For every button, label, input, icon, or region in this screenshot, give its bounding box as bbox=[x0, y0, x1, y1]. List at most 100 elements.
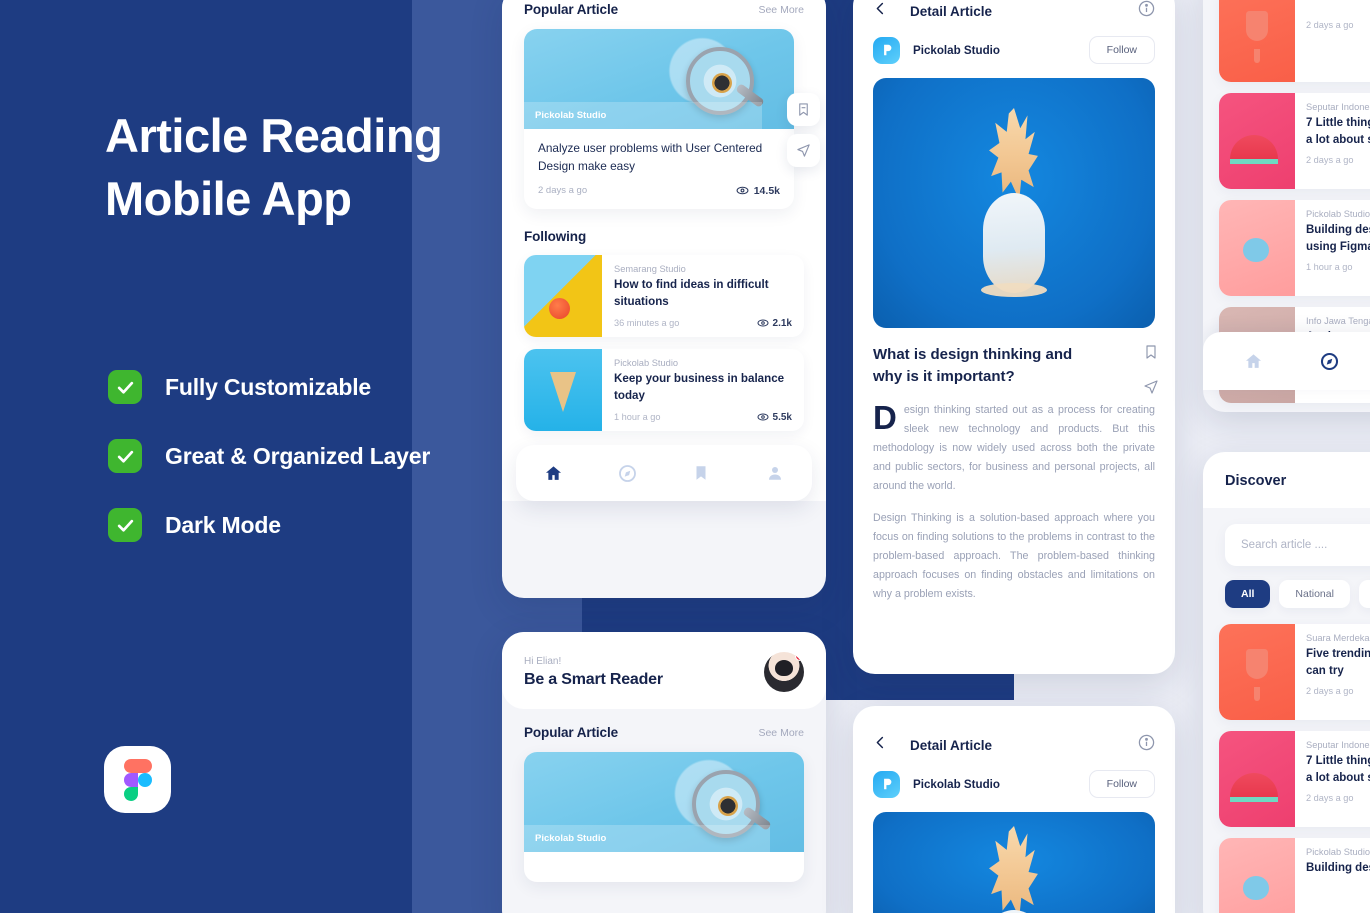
list-item[interactable]: Seputar Indonesia 7 Little things that s… bbox=[1219, 93, 1370, 189]
nav-item-home[interactable] bbox=[543, 463, 563, 483]
phone-home-top: Popular Article See More Pickolab Studio… bbox=[502, 0, 826, 598]
greeting-hi: Hi Elian! bbox=[524, 655, 562, 667]
detail-article-title: What is design thinking and why is it im… bbox=[873, 346, 1073, 385]
list-item[interactable]: Seputar Indonesia 7 Little things that s… bbox=[1219, 731, 1370, 827]
follow-button[interactable]: Follow bbox=[1088, 770, 1155, 798]
list-item-text: 2 days a go bbox=[1295, 0, 1370, 82]
title-line-1: Article Reading bbox=[105, 109, 443, 162]
pickolab-logo-icon bbox=[873, 770, 900, 798]
home-greeting-sheet: Hi Elian! Be a Smart Reader bbox=[502, 632, 826, 709]
share-button[interactable] bbox=[1143, 379, 1159, 400]
feature-item: Great & Organized Layer bbox=[108, 439, 430, 473]
chip-national[interactable]: National bbox=[1279, 580, 1350, 608]
info-icon bbox=[1138, 0, 1155, 17]
nav-item-profile[interactable] bbox=[765, 463, 785, 483]
avatar[interactable] bbox=[764, 652, 804, 692]
page-title: Article Reading Mobile App bbox=[105, 105, 525, 230]
list-item-date: 1 hour a go bbox=[614, 412, 661, 423]
discover-list: Suara Merdeka Five trending that you can… bbox=[1203, 608, 1370, 913]
list-item-title: Building design system using Figma bbox=[1306, 222, 1370, 255]
see-more-link[interactable]: See More bbox=[758, 727, 804, 739]
detail-hero-image bbox=[873, 78, 1155, 328]
detail-header: Detail Article bbox=[853, 0, 1175, 22]
pineapple-base bbox=[981, 283, 1047, 297]
nav-item-bookmarks[interactable] bbox=[691, 463, 711, 483]
chip-bussiness[interactable]: Bussiness bbox=[1358, 580, 1370, 608]
compass-icon bbox=[618, 464, 636, 482]
bookmark-button[interactable] bbox=[787, 93, 820, 126]
nav-item-discover[interactable] bbox=[1319, 351, 1339, 371]
back-button[interactable] bbox=[873, 1, 888, 21]
detail-header-title: Detail Article bbox=[910, 737, 993, 753]
list-item-source: Pickolab Studio bbox=[614, 358, 679, 369]
list-item[interactable]: Semarang Studio How to find ideas in dif… bbox=[524, 255, 804, 338]
detail-header-title: Detail Article bbox=[910, 3, 993, 19]
list-item-date: 1 hour a go bbox=[1306, 262, 1353, 273]
list-item-text: Pickolab Studio Building design system u… bbox=[1295, 200, 1370, 296]
info-button[interactable] bbox=[1138, 0, 1155, 22]
check-icon bbox=[108, 439, 142, 473]
ice-cream-cone-thumb bbox=[524, 349, 602, 432]
chip-all[interactable]: All bbox=[1225, 580, 1271, 608]
watermelon-thumb bbox=[1219, 93, 1295, 189]
list-item-date: 2 days a go bbox=[1306, 793, 1354, 804]
detail-dropcap: D bbox=[873, 398, 897, 436]
detail-publisher-row: Pickolab Studio Follow bbox=[853, 756, 1175, 798]
greeting-header: Hi Elian! Be a Smart Reader bbox=[502, 632, 826, 709]
info-button[interactable] bbox=[1138, 734, 1155, 756]
list-item[interactable]: Pickolab Studio Building design system bbox=[1219, 838, 1370, 913]
back-button[interactable] bbox=[873, 735, 888, 755]
following-section-title: Following bbox=[524, 229, 587, 245]
list-item-view-count: 5.5k bbox=[772, 411, 792, 423]
pickolab-glyph-icon bbox=[883, 44, 891, 56]
list-item[interactable]: Pickolab Studio Building design system u… bbox=[1219, 200, 1370, 296]
list-item[interactable]: Suara Merdeka Five trending that you can… bbox=[1219, 624, 1370, 720]
feature-label: Dark Mode bbox=[165, 511, 281, 538]
bookmark-button[interactable] bbox=[1143, 344, 1159, 365]
eye-icon bbox=[757, 319, 769, 327]
popular-article-image: Pickolab Studio bbox=[524, 752, 804, 852]
popular-article-card[interactable]: Pickolab Studio Analyze user problems wi… bbox=[524, 29, 794, 210]
list-item-title-text: Building design system using Figma bbox=[1306, 224, 1370, 253]
list-item-title: 7 Little things that say a lot about som… bbox=[1306, 753, 1370, 786]
check-icon bbox=[108, 370, 142, 404]
follow-button[interactable]: Follow bbox=[1088, 36, 1155, 64]
detail-screen: Detail Article Pickolab Studio Follow Wh… bbox=[853, 0, 1175, 604]
list-item-views: 2.1k bbox=[757, 317, 792, 329]
popular-article-card[interactable]: Pickolab Studio bbox=[524, 752, 804, 882]
list-item-source: Info Jawa Tengah bbox=[1306, 316, 1370, 326]
see-more-link[interactable]: See More bbox=[758, 4, 804, 16]
list-item-date: 2 days a go bbox=[1306, 155, 1354, 166]
list-item-source: Suara Merdeka bbox=[1306, 633, 1370, 643]
list-item-title: Five trending that you can try bbox=[1306, 646, 1370, 679]
list-item-source: Pickolab Studio bbox=[1306, 209, 1370, 219]
popular-card-title: Analyze user problems with User Centered… bbox=[538, 141, 763, 173]
feature-list: Fully Customizable Great & Organized Lay… bbox=[108, 370, 430, 577]
detail-publisher-name: Pickolab Studio bbox=[913, 43, 1000, 57]
pineapple-crown bbox=[989, 108, 1038, 200]
pickolab-logo-icon bbox=[873, 36, 900, 64]
search-input[interactable]: Search article .... bbox=[1225, 524, 1370, 566]
goblet-thumb bbox=[1219, 624, 1295, 720]
list-item-date: 36 minutes a go bbox=[614, 318, 680, 329]
chevron-left-icon bbox=[876, 736, 884, 749]
detail-actions bbox=[1143, 344, 1159, 400]
popular-card-view-count: 14.5k bbox=[753, 184, 780, 197]
nav-item-home[interactable] bbox=[1243, 351, 1263, 371]
detail-screen-secondary: Detail Article Pickolab Studio Follow bbox=[853, 706, 1175, 913]
goblet-thumb bbox=[1219, 0, 1295, 82]
nav-item-discover[interactable] bbox=[617, 463, 637, 483]
share-button[interactable] bbox=[787, 134, 820, 167]
compass-icon bbox=[1320, 352, 1338, 370]
list-item[interactable]: 2 days a go bbox=[1219, 0, 1370, 82]
list-item[interactable]: Pickolab Studio Keep your business in ba… bbox=[524, 349, 804, 432]
popular-section-header: Popular Article See More bbox=[502, 2, 826, 29]
list-item-text: Semarang Studio How to find ideas in dif… bbox=[602, 255, 804, 337]
pink-object-thumb bbox=[1219, 838, 1295, 913]
discover-title: Discover bbox=[1225, 473, 1287, 489]
feature-label: Great & Organized Layer bbox=[165, 442, 431, 469]
detail-publisher-name: Pickolab Studio bbox=[913, 777, 1000, 791]
popular-card-actions bbox=[787, 93, 820, 167]
eye-icon bbox=[736, 187, 749, 195]
send-icon bbox=[797, 144, 810, 157]
